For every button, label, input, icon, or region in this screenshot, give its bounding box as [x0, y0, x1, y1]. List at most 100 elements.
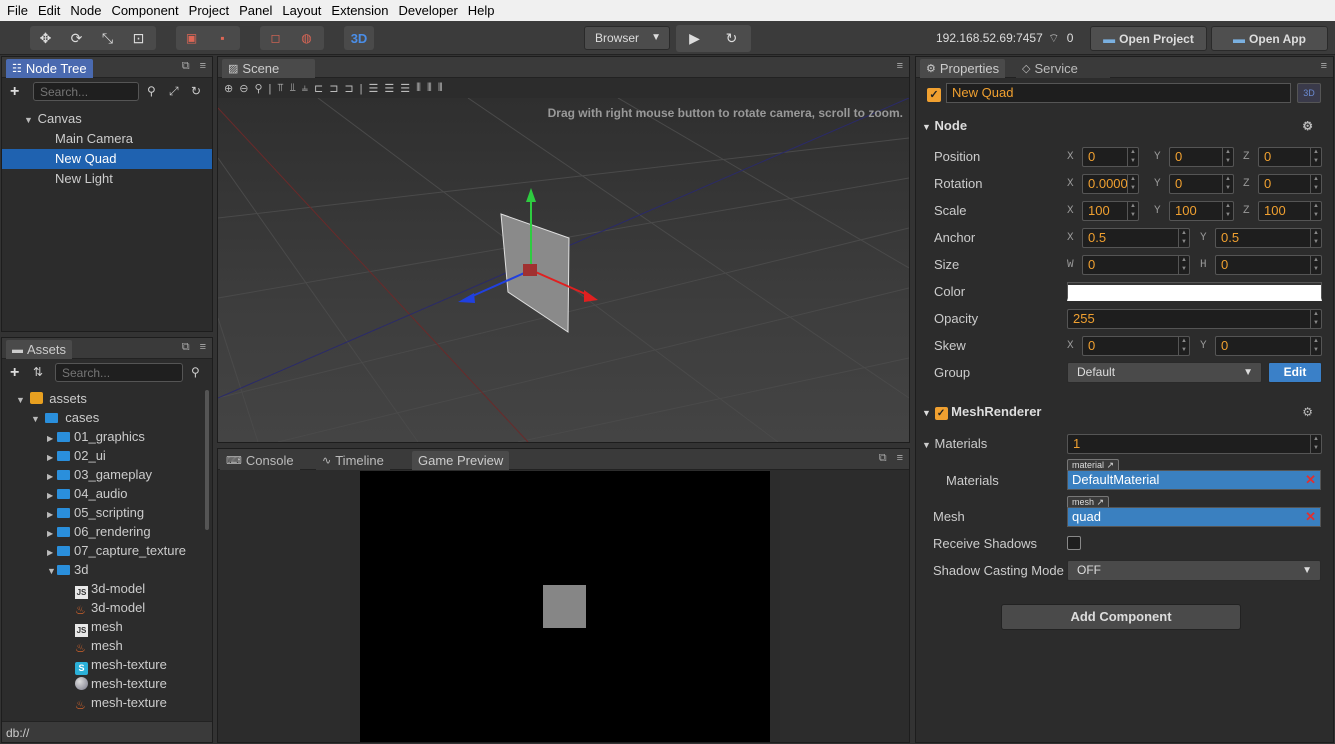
spinner-icon[interactable]: ▲ ▼ [1127, 148, 1138, 166]
tab-game-preview[interactable]: Game Preview [412, 451, 510, 470]
maximize-icon[interactable]: ⧉ [182, 60, 190, 73]
scale-z-input[interactable]: 100 ▲ ▼ [1258, 201, 1322, 221]
rotation-z-input[interactable]: 0 ▲ ▼ [1258, 174, 1322, 194]
spinner-icon[interactable]: ▲ ▼ [1178, 229, 1189, 247]
material-asset-field[interactable]: DefaultMaterial ✕ [1067, 470, 1321, 490]
distribute-hcenter-icon[interactable]: ⦀ [427, 82, 432, 95]
local-icon[interactable]: ▪ [207, 26, 238, 50]
asset-search-input[interactable] [55, 363, 183, 382]
open-project-button[interactable]: ▬ Open Project [1090, 26, 1207, 51]
spinner-icon[interactable]: ▲ ▼ [1178, 256, 1189, 274]
distribute-bottom-icon[interactable]: ☰ [400, 82, 410, 95]
maximize-icon[interactable]: ⧉ [879, 452, 887, 465]
add-component-button[interactable]: Add Component [1001, 604, 1241, 630]
search-icon[interactable]: ⚲ [147, 84, 156, 98]
tab-node-tree[interactable]: ☷ Node Tree [6, 59, 93, 78]
node-active-checkbox[interactable]: ✓ [927, 86, 941, 102]
asset-folder[interactable]: ▶ 05_scripting [2, 503, 212, 522]
mesh-asset-field[interactable]: quad ✕ [1067, 507, 1321, 527]
world-gizmo-icon[interactable]: ◍ [291, 26, 322, 50]
align-top-icon[interactable]: ⫪ [277, 82, 283, 95]
game-preview-canvas[interactable] [360, 471, 770, 742]
asset-folder[interactable]: ▶ 03_gameplay [2, 465, 212, 484]
align-bottom-icon[interactable]: ⫨ [302, 82, 308, 95]
close-icon[interactable]: ✕ [1305, 471, 1316, 489]
group-edit-button[interactable]: Edit [1268, 362, 1322, 383]
size-h-input[interactable]: 0 ▲ ▼ [1215, 255, 1322, 275]
tree-item-canvas[interactable]: ▼ Canvas [2, 109, 212, 129]
asset-file[interactable]: JS 3d-model [2, 579, 212, 599]
menu-component[interactable]: Component [106, 0, 183, 21]
zoom-out-icon[interactable]: ⊖ [239, 82, 248, 95]
preview-address[interactable]: 192.168.52.69:7457 ⌔ 0 [936, 31, 1073, 46]
distribute-vcenter-icon[interactable]: ☰ [384, 82, 394, 95]
scene-viewport[interactable]: Drag with right mouse button to rotate c… [218, 98, 909, 442]
group-select[interactable]: Default ▼ [1067, 362, 1262, 383]
asset-file[interactable]: Smesh-texture [2, 655, 212, 675]
expand-icon[interactable]: ⤢ [169, 84, 179, 99]
tab-properties[interactable]: ⚙ Properties [920, 59, 1006, 78]
tree-item-new-quad[interactable]: New Quad [2, 149, 212, 169]
spinner-icon[interactable]: ▲ ▼ [1222, 175, 1233, 193]
asset-file[interactable]: JS mesh [2, 617, 212, 637]
asset-file[interactable]: ♨ 3d-model [2, 598, 212, 617]
add-asset-icon[interactable]: + [10, 364, 19, 382]
skew-x-input[interactable]: 0 ▲ ▼ [1082, 336, 1190, 356]
menu-project[interactable]: Project [184, 0, 234, 21]
maximize-icon[interactable]: ⧉ [182, 341, 190, 354]
menu-file[interactable]: File [2, 0, 33, 21]
asset-file[interactable]: mesh-texture [2, 674, 212, 693]
skew-y-input[interactable]: 0 ▲ ▼ [1215, 336, 1322, 356]
menu-icon[interactable]: ≡ [200, 60, 206, 73]
spinner-icon[interactable]: ▲ ▼ [1310, 310, 1321, 328]
menu-icon[interactable]: ≡ [897, 60, 903, 72]
spinner-icon[interactable]: ▲ ▼ [1310, 148, 1321, 166]
scale-tool-icon[interactable]: ⤡ [92, 26, 123, 50]
menu-developer[interactable]: Developer [394, 0, 463, 21]
asset-file[interactable]: ♨ mesh [2, 636, 212, 655]
spinner-icon[interactable]: ▲ ▼ [1310, 337, 1321, 355]
menu-edit[interactable]: Edit [33, 0, 65, 21]
asset-folder[interactable]: ▶ 02_ui [2, 446, 212, 465]
asset-root[interactable]: ▼ assets [2, 389, 212, 408]
gear-icon[interactable]: ⚙ [1302, 115, 1313, 137]
quad-gizmo[interactable] [218, 98, 909, 442]
open-app-button[interactable]: ▬ Open App [1211, 26, 1328, 51]
position-x-input[interactable]: 0 ▲ ▼ [1082, 147, 1139, 167]
rect-gizmo-icon[interactable]: ◻ [260, 26, 291, 50]
materials-count-row[interactable]: ▼ Materials [922, 436, 987, 451]
pivot-icon[interactable]: ▣ [176, 26, 207, 50]
tab-service[interactable]: ◇ Service [1016, 59, 1110, 78]
platform-select[interactable]: Browser ▼ [584, 26, 670, 50]
anchor-x-input[interactable]: 0.5 ▲ ▼ [1082, 228, 1190, 248]
tree-item-new-light[interactable]: New Light [2, 169, 212, 189]
menu-icon[interactable]: ≡ [897, 452, 903, 465]
receive-shadows-checkbox[interactable] [1067, 536, 1081, 550]
materials-count-input[interactable]: 1 ▲ ▼ [1067, 434, 1322, 454]
link-icon[interactable]: ↗ [1107, 460, 1115, 470]
mesh-renderer-section[interactable]: ▼ ✓ MeshRenderer ⚙ [916, 401, 1333, 423]
opacity-input[interactable]: 255 ▲ ▼ [1067, 309, 1322, 329]
refresh-button[interactable]: ↻ [713, 25, 750, 52]
play-button[interactable]: ▶ [676, 25, 713, 52]
tree-item-main-camera[interactable]: Main Camera [2, 129, 212, 149]
zoom-reset-icon[interactable]: ⚲ [254, 82, 262, 95]
menu-extension[interactable]: Extension [326, 0, 393, 21]
menu-panel[interactable]: Panel [234, 0, 277, 21]
spinner-icon[interactable]: ▲ ▼ [1310, 202, 1321, 220]
rect-tool-icon[interactable]: ⊡ [123, 26, 154, 50]
asset-file[interactable]: ♨ mesh-texture [2, 693, 212, 712]
tab-console[interactable]: ⌨ Console [220, 451, 300, 470]
align-vcenter-icon[interactable]: ⫫ [290, 82, 296, 95]
color-swatch[interactable] [1067, 282, 1322, 301]
tab-scene[interactable]: ▨ Scene [222, 59, 316, 78]
move-tool-icon[interactable]: ✥ [30, 26, 61, 50]
align-hcenter-icon[interactable]: ⊐ [329, 82, 338, 95]
tab-timeline[interactable]: ∿ Timeline [316, 451, 390, 470]
position-y-input[interactable]: 0 ▲ ▼ [1169, 147, 1234, 167]
refresh-icon[interactable]: ↻ [191, 84, 201, 98]
node-section[interactable]: ▼ Node ⚙ [916, 115, 1333, 137]
menu-node[interactable]: Node [65, 0, 106, 21]
asset-folder-cases[interactable]: ▼ cases [2, 408, 212, 427]
menu-icon[interactable]: ≡ [1321, 60, 1327, 72]
